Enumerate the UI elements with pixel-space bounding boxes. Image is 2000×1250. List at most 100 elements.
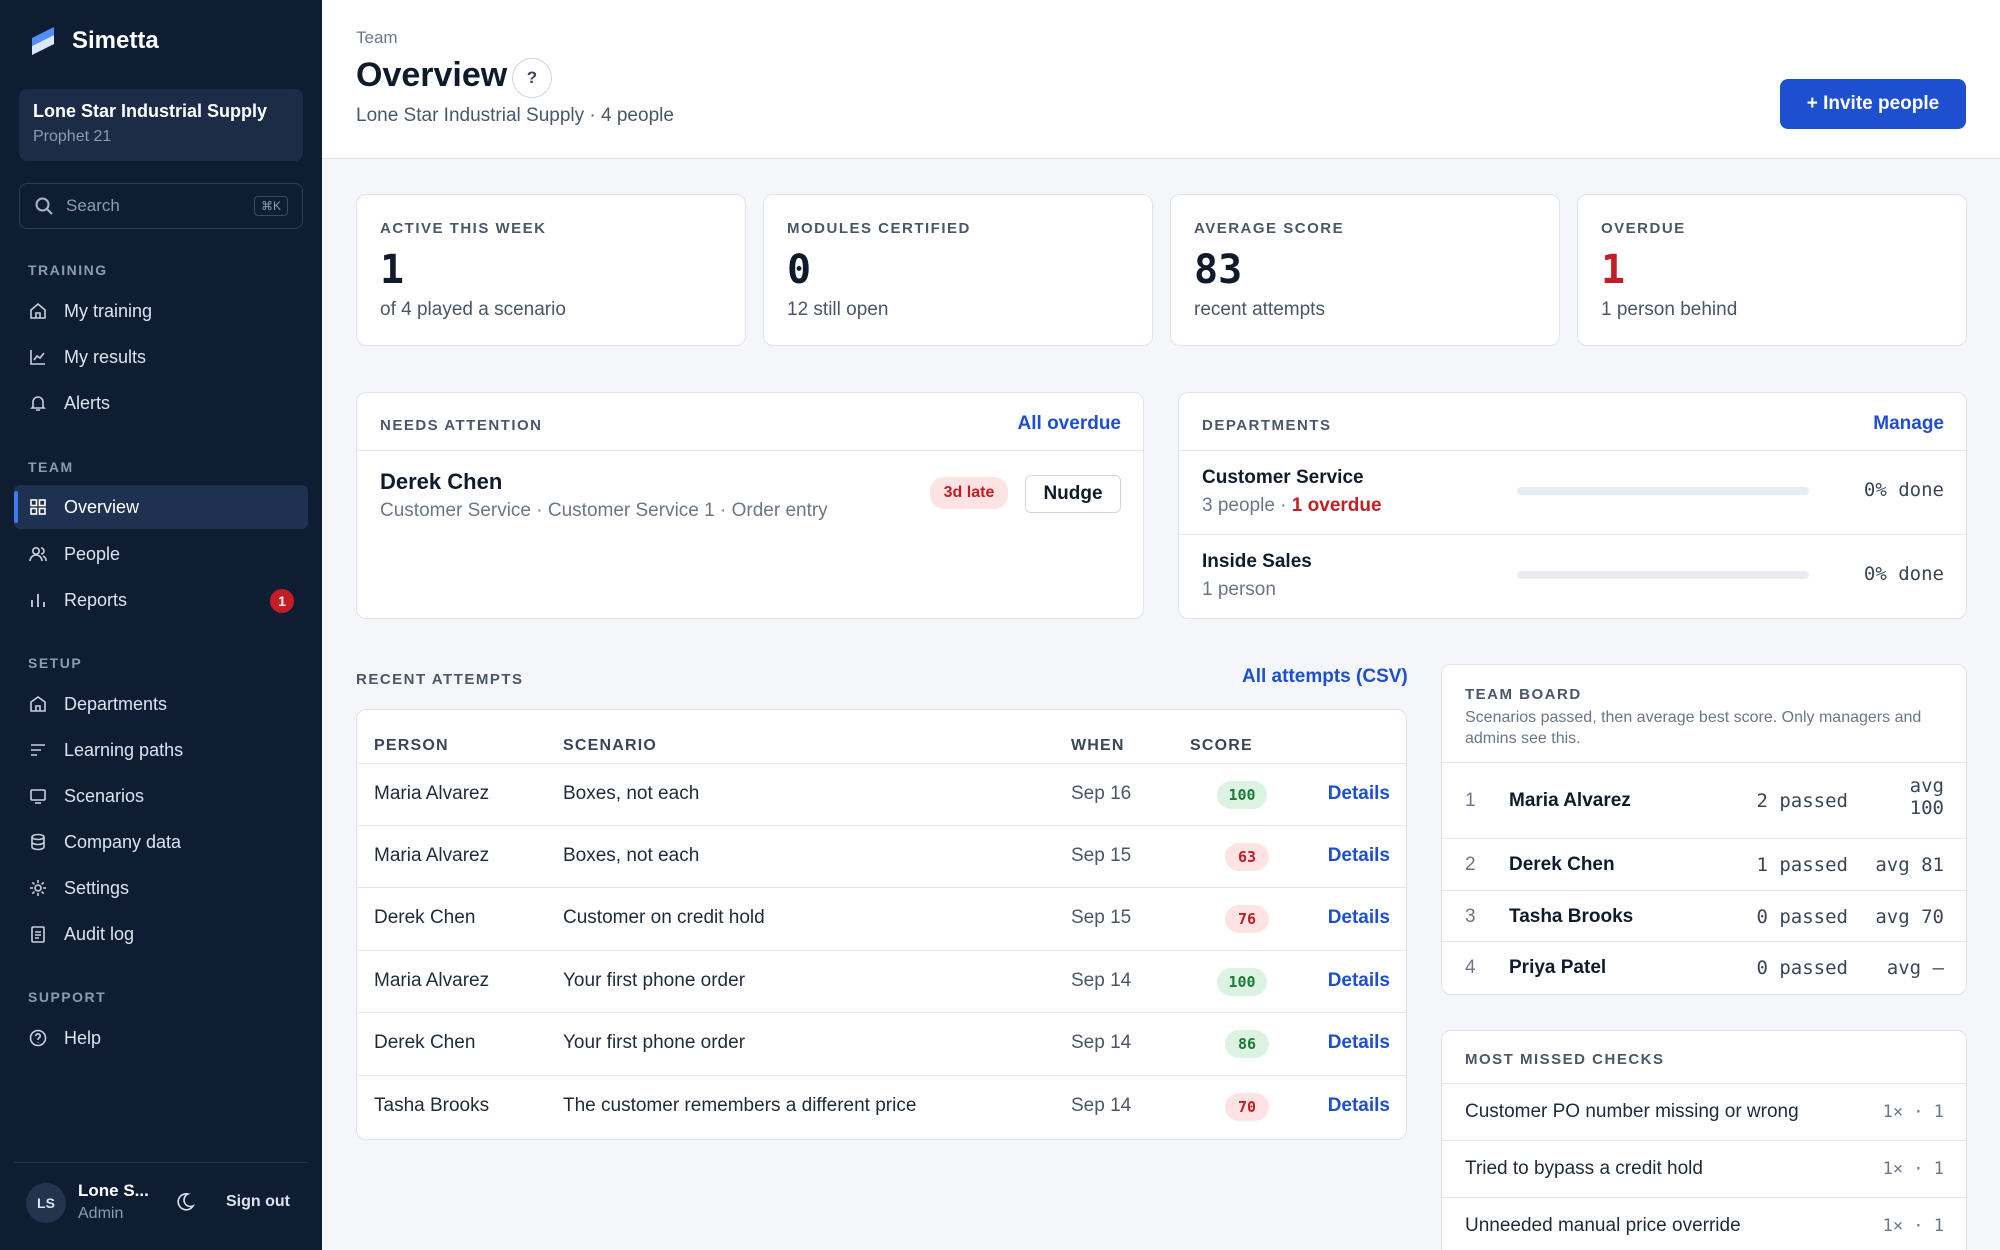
search-icon (35, 197, 53, 215)
list-item[interactable]: Unneeded manual price override 1× · 1 (1442, 1197, 1966, 1250)
cell-when: Sep 14 (1071, 970, 1132, 991)
breadcrumb[interactable]: Team (356, 28, 398, 48)
page-header: Team Overview ? Lone Star Industrial Sup… (322, 0, 2000, 159)
score-badge: 70 (1225, 1093, 1269, 1121)
manage-link[interactable]: Manage (1873, 413, 1944, 435)
list-item[interactable]: Customer PO number missing or wrong 1× ·… (1442, 1083, 1966, 1140)
sidebar-item-my-results[interactable]: My results (14, 335, 308, 379)
details-link[interactable]: Details (1328, 1095, 1390, 1117)
building-icon (30, 696, 46, 712)
leaderboard-row[interactable]: 3 Tasha Brooks 0 passed avg 70 (1442, 890, 1966, 941)
department-progress-bar (1517, 571, 1809, 579)
details-link[interactable]: Details (1328, 1032, 1390, 1054)
all-attempts-csv-link[interactable]: All attempts (CSV) (1242, 666, 1408, 688)
attention-detail: Customer Service · Customer Service 1 · … (380, 500, 828, 521)
sidebar-item-reports[interactable]: Reports 1 (14, 578, 308, 622)
brand[interactable]: Simetta (28, 24, 159, 58)
department-people: 1 person (1202, 579, 1276, 600)
column-header-score[interactable]: SCORE (1190, 737, 1253, 755)
bar-chart-icon (31, 594, 45, 607)
leader-name: Priya Patel (1509, 957, 1607, 978)
page-subtitle: Lone Star Industrial Supply · 4 people (356, 105, 674, 126)
leader-passed: 2 passed (1756, 790, 1848, 812)
stat-card-certified: MODULES CERTIFIED 0 12 still open (763, 194, 1153, 346)
avatar[interactable]: LS (26, 1183, 66, 1223)
sidebar-item-label: Reports (64, 589, 128, 610)
gear-icon (30, 880, 46, 896)
stat-sub: 1 person behind (1601, 299, 1738, 320)
invite-people-button[interactable]: + Invite people (1780, 79, 1966, 129)
late-badge: 3d late (930, 477, 1008, 509)
card-title: DEPARTMENTS (1202, 417, 1332, 434)
attention-person[interactable]: Derek Chen (380, 469, 502, 495)
sidebar-item-label: Scenarios (64, 785, 145, 806)
cell-person: Maria Alvarez (374, 783, 490, 804)
divider (357, 450, 1143, 451)
leaderboard-row[interactable]: 1 Maria Alvarez 2 passed avg 100 (1442, 762, 1966, 838)
score-badge: 63 (1225, 843, 1269, 871)
cell-scenario: Your first phone order (563, 970, 746, 991)
sidebar-item-help[interactable]: Help (14, 1016, 308, 1060)
table-row[interactable]: Maria Alvarez Boxes, not each Sep 15 63 … (357, 825, 1406, 887)
all-overdue-link[interactable]: All overdue (1018, 413, 1121, 435)
users-icon (29, 546, 47, 562)
leaderboard-row[interactable]: 4 Priya Patel 0 passed avg — (1442, 941, 1966, 995)
help-button[interactable]: ? (512, 58, 552, 98)
details-link[interactable]: Details (1328, 970, 1390, 992)
cell-scenario: The customer remembers a different price (563, 1095, 917, 1116)
table-row[interactable]: Derek Chen Customer on credit hold Sep 1… (357, 887, 1406, 949)
moon-icon[interactable] (174, 1191, 196, 1213)
department-meta: 3 people · 1 overdue (1202, 495, 1382, 517)
department-name[interactable]: Inside Sales (1202, 551, 1312, 573)
column-header-person[interactable]: PERSON (374, 737, 449, 755)
sidebar-item-overview[interactable]: Overview (14, 485, 308, 529)
cell-person: Maria Alvarez (374, 845, 490, 866)
department-name[interactable]: Customer Service (1202, 467, 1364, 489)
details-link[interactable]: Details (1328, 783, 1390, 805)
sidebar-item-audit-log[interactable]: Audit log (14, 912, 308, 956)
sidebar-item-company-data[interactable]: Company data (14, 820, 308, 864)
stat-label: AVERAGE SCORE (1194, 220, 1345, 237)
search-input[interactable]: Search ⌘K (19, 183, 303, 229)
table-row[interactable]: Maria Alvarez Your first phone order Sep… (357, 950, 1406, 1012)
sidebar-item-settings[interactable]: Settings (14, 866, 308, 910)
team-board-card: TEAM BOARD Scenarios passed, then averag… (1441, 664, 1967, 995)
sidebar-item-people[interactable]: People (14, 532, 308, 576)
org-name: Lone Star Industrial Supply (33, 101, 268, 121)
table-row[interactable]: Maria Alvarez Boxes, not each Sep 16 100… (357, 763, 1406, 825)
nudge-button[interactable]: Nudge (1025, 475, 1121, 513)
sidebar-item-departments[interactable]: Departments (14, 682, 308, 726)
cell-person: Maria Alvarez (374, 970, 490, 991)
search-placeholder: Search (66, 196, 120, 215)
sidebar-item-learning-paths[interactable]: Learning paths (14, 728, 308, 772)
org-switcher[interactable]: Lone Star Industrial Supply Prophet 21 (19, 89, 303, 161)
score-badge: 100 (1217, 968, 1267, 996)
stat-card-average: AVERAGE SCORE 83 recent attempts (1170, 194, 1560, 346)
table-row[interactable]: Derek Chen Your first phone order Sep 14… (357, 1012, 1406, 1074)
team-board-description: Scenarios passed, then average best scor… (1465, 709, 1922, 747)
sidebar-item-alerts[interactable]: Alerts (14, 381, 308, 425)
departments-card: DEPARTMENTS Manage Customer Service 3 pe… (1178, 392, 1967, 619)
details-link[interactable]: Details (1328, 907, 1390, 929)
recent-attempts-title: RECENT ATTEMPTS (356, 671, 524, 688)
leader-name: Tasha Brooks (1509, 906, 1634, 927)
list-item[interactable]: Tried to bypass a credit hold 1× · 1 (1442, 1140, 1966, 1197)
reports-count-badge: 1 (270, 589, 294, 613)
cell-person: Derek Chen (374, 1032, 476, 1053)
table-row[interactable]: Tasha Brooks The customer remembers a di… (357, 1075, 1406, 1137)
sidebar-item-my-training[interactable]: My training (14, 289, 308, 333)
sidebar-item-scenarios[interactable]: Scenarios (14, 774, 308, 818)
column-header-when[interactable]: WHEN (1071, 737, 1125, 755)
sign-out-button[interactable]: Sign out (226, 1193, 290, 1211)
sidebar-item-label: My training (64, 300, 153, 321)
needs-attention-card: NEEDS ATTENTION All overdue Derek Chen C… (356, 392, 1144, 619)
stat-sub: recent attempts (1194, 299, 1325, 320)
help-circle-icon (29, 1029, 47, 1047)
leaderboard-row[interactable]: 2 Derek Chen 1 passed avg 81 (1442, 838, 1966, 890)
column-header-scenario[interactable]: SCENARIO (563, 737, 657, 755)
cell-scenario: Boxes, not each (563, 845, 700, 866)
details-link[interactable]: Details (1328, 845, 1390, 867)
section-setup: SETUP (28, 655, 83, 671)
stat-value: 83 (1194, 247, 1243, 293)
cell-scenario: Your first phone order (563, 1032, 746, 1053)
